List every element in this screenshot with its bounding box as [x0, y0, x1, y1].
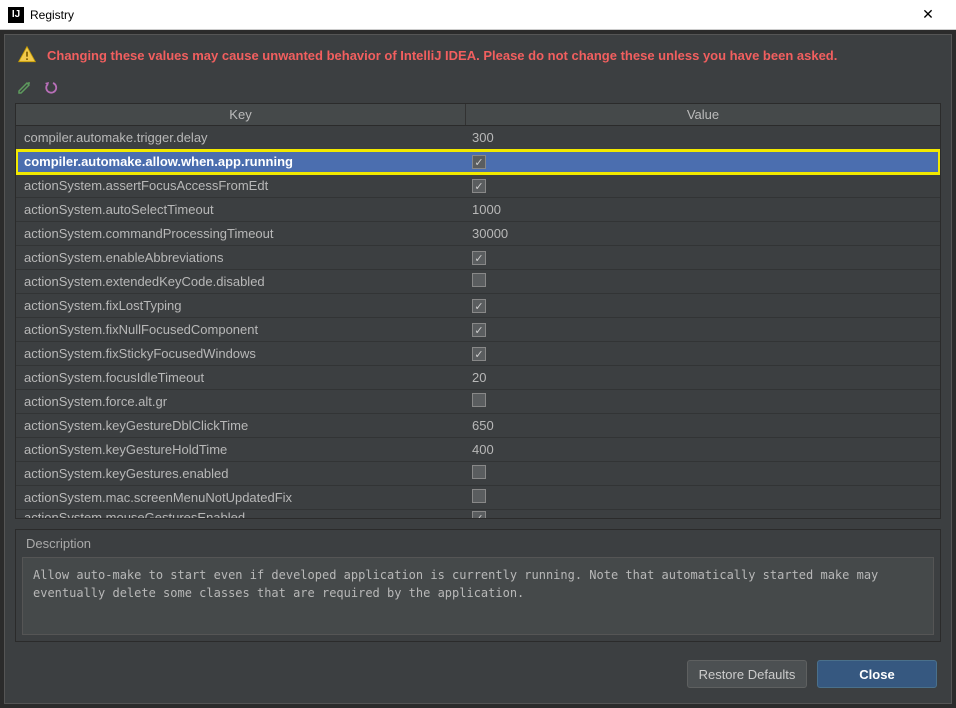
registry-value[interactable]	[466, 393, 940, 410]
registry-value[interactable]: ✓	[466, 154, 940, 170]
registry-value[interactable]: 300	[466, 130, 940, 145]
checkbox[interactable]	[472, 465, 486, 479]
registry-key: actionSystem.mac.screenMenuNotUpdatedFix	[16, 490, 466, 505]
registry-key: actionSystem.autoSelectTimeout	[16, 202, 466, 217]
registry-key: actionSystem.mouseGesturesEnabled	[16, 510, 466, 518]
registry-value[interactable]: 400	[466, 442, 940, 457]
checkbox[interactable]: ✓	[472, 155, 486, 169]
registry-value[interactable]: 1000	[466, 202, 940, 217]
table-row[interactable]: actionSystem.fixNullFocusedComponent ✓	[16, 318, 940, 342]
table-row[interactable]: actionSystem.mouseGesturesEnabled ✓	[16, 510, 940, 518]
registry-key: actionSystem.force.alt.gr	[16, 394, 466, 409]
registry-key: actionSystem.fixLostTyping	[16, 298, 466, 313]
checkbox[interactable]: ✓	[472, 251, 486, 265]
registry-value[interactable]: 20	[466, 370, 940, 385]
button-bar: Restore Defaults Close	[5, 652, 951, 700]
registry-table: Key Value compiler.automake.trigger.dela…	[15, 103, 941, 519]
checkbox[interactable]: ✓	[472, 347, 486, 361]
registry-key: actionSystem.fixNullFocusedComponent	[16, 322, 466, 337]
registry-value[interactable]: ✓	[466, 346, 940, 362]
table-row[interactable]: actionSystem.mac.screenMenuNotUpdatedFix	[16, 486, 940, 510]
registry-key: actionSystem.keyGestures.enabled	[16, 466, 466, 481]
registry-value[interactable]	[466, 489, 940, 506]
registry-value[interactable]: ✓	[466, 322, 940, 338]
table-row[interactable]: actionSystem.extendedKeyCode.disabled	[16, 270, 940, 294]
table-row[interactable]: actionSystem.force.alt.gr	[16, 390, 940, 414]
restore-defaults-button[interactable]: Restore Defaults	[687, 660, 807, 688]
table-row[interactable]: actionSystem.fixLostTyping ✓	[16, 294, 940, 318]
app-icon: IJ	[8, 7, 24, 23]
table-body[interactable]: compiler.automake.trigger.delay300compil…	[16, 126, 940, 518]
registry-key: actionSystem.keyGestureHoldTime	[16, 442, 466, 457]
table-row[interactable]: actionSystem.keyGestures.enabled	[16, 462, 940, 486]
revert-icon[interactable]	[43, 79, 59, 95]
checkbox[interactable]: ✓	[472, 299, 486, 313]
table-row[interactable]: actionSystem.fixStickyFocusedWindows ✓	[16, 342, 940, 366]
registry-value[interactable]: ✓	[466, 178, 940, 194]
description-text: Allow auto-make to start even if develop…	[22, 557, 934, 635]
window-title: Registry	[30, 8, 908, 22]
table-row[interactable]: actionSystem.autoSelectTimeout1000	[16, 198, 940, 222]
table-header: Key Value	[16, 104, 940, 126]
registry-key: actionSystem.assertFocusAccessFromEdt	[16, 178, 466, 193]
edit-icon[interactable]	[17, 79, 33, 95]
registry-value[interactable]: 650	[466, 418, 940, 433]
table-row[interactable]: actionSystem.focusIdleTimeout20	[16, 366, 940, 390]
registry-value[interactable]	[466, 465, 940, 482]
title-bar: IJ Registry ✕	[0, 0, 956, 30]
registry-value[interactable]: ✓	[466, 250, 940, 266]
checkbox[interactable]: ✓	[472, 179, 486, 193]
checkbox[interactable]	[472, 393, 486, 407]
registry-key: compiler.automake.allow.when.app.running	[16, 154, 466, 169]
table-row[interactable]: compiler.automake.trigger.delay300	[16, 126, 940, 150]
registry-key: compiler.automake.trigger.delay	[16, 130, 466, 145]
close-button[interactable]: Close	[817, 660, 937, 688]
registry-value[interactable]: ✓	[466, 298, 940, 314]
toolbar	[5, 75, 951, 103]
table-row[interactable]: actionSystem.enableAbbreviations ✓	[16, 246, 940, 270]
table-row[interactable]: actionSystem.keyGestureHoldTime400	[16, 438, 940, 462]
registry-key: actionSystem.commandProcessingTimeout	[16, 226, 466, 241]
registry-value[interactable]: ✓	[466, 510, 940, 518]
checkbox[interactable]	[472, 489, 486, 503]
registry-key: actionSystem.extendedKeyCode.disabled	[16, 274, 466, 289]
description-section: Description Allow auto-make to start eve…	[15, 529, 941, 642]
table-row[interactable]: actionSystem.assertFocusAccessFromEdt ✓	[16, 174, 940, 198]
warning-bar: Changing these values may cause unwanted…	[5, 35, 951, 75]
checkbox[interactable]	[472, 273, 486, 287]
registry-value[interactable]: 30000	[466, 226, 940, 241]
window-close-button[interactable]: ✕	[908, 0, 948, 30]
warning-text: Changing these values may cause unwanted…	[47, 48, 837, 63]
registry-dialog: Changing these values may cause unwanted…	[4, 34, 952, 704]
checkbox[interactable]: ✓	[472, 511, 486, 518]
registry-key: actionSystem.keyGestureDblClickTime	[16, 418, 466, 433]
table-row[interactable]: compiler.automake.allow.when.app.running…	[16, 150, 940, 174]
column-header-key[interactable]: Key	[16, 104, 466, 125]
table-row[interactable]: actionSystem.commandProcessingTimeout300…	[16, 222, 940, 246]
registry-key: actionSystem.fixStickyFocusedWindows	[16, 346, 466, 361]
description-label: Description	[16, 530, 940, 557]
registry-key: actionSystem.enableAbbreviations	[16, 250, 466, 265]
registry-key: actionSystem.focusIdleTimeout	[16, 370, 466, 385]
warning-icon	[17, 45, 37, 65]
checkbox[interactable]: ✓	[472, 323, 486, 337]
column-header-value[interactable]: Value	[466, 104, 940, 125]
registry-value[interactable]	[466, 273, 940, 290]
table-row[interactable]: actionSystem.keyGestureDblClickTime650	[16, 414, 940, 438]
